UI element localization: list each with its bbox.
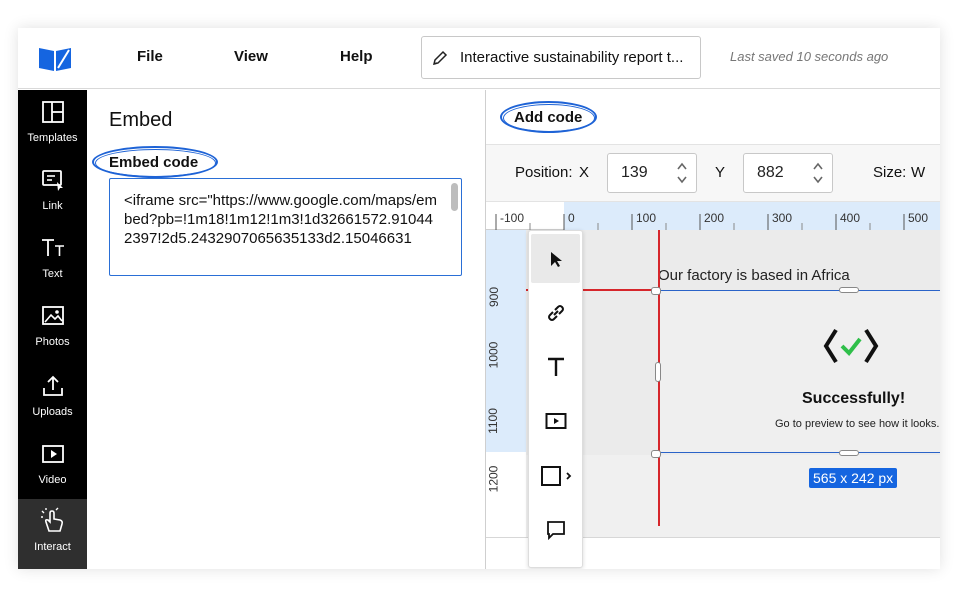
photos-icon — [41, 306, 64, 325]
sidebar-item-label: Uploads — [32, 406, 73, 418]
sidebar-item-label: Video — [38, 474, 67, 486]
ruler-label: 500 — [908, 211, 929, 225]
sidebar-item-label: Photos — [35, 336, 70, 348]
sidebar-item-templates[interactable]: Templates — [18, 92, 87, 158]
resize-handle-bottom[interactable] — [839, 450, 859, 456]
square-icon — [540, 465, 571, 486]
ruler-label: 300 — [772, 211, 793, 225]
pencil-icon — [432, 50, 448, 65]
saved-status: Last saved 10 seconds ago — [730, 49, 889, 64]
link-icon — [547, 304, 564, 321]
width-label: W — [911, 164, 926, 181]
ruler-label: 400 — [840, 211, 861, 225]
size-label: Size: — [873, 164, 907, 181]
x-value: 139 — [621, 164, 648, 181]
ruler-label: 1000 — [486, 341, 501, 369]
select-tool[interactable] — [531, 234, 580, 283]
embed-code-value: <iframe src="https://www.google.com/maps… — [124, 192, 437, 247]
comment-tool[interactable] — [531, 505, 580, 554]
sidebar-item-label: Interact — [34, 541, 71, 553]
shape-tool[interactable] — [531, 451, 580, 500]
ruler-label: 1200 — [486, 465, 501, 493]
ruler-label: 900 — [487, 286, 502, 308]
editor-area: Add code Position: X 139 Y 882 Size: W -… — [486, 90, 940, 569]
media-tool[interactable] — [531, 396, 580, 445]
cursor-icon — [550, 251, 562, 267]
sidebar-item-uploads[interactable]: Uploads — [18, 366, 87, 432]
dimensions-badge: 565 x 242 px — [809, 468, 898, 488]
x-label: X — [579, 164, 590, 181]
resize-handle-corner[interactable] — [651, 450, 661, 458]
menu-help[interactable]: Help — [340, 48, 373, 65]
textarea-scrollbar[interactable] — [451, 183, 458, 211]
interact-icon — [40, 507, 63, 532]
x-input[interactable]: 139 — [607, 153, 697, 193]
app-window: File View Help Interactive sustainabilit… — [18, 28, 940, 569]
y-input[interactable]: 882 — [743, 153, 833, 193]
sidebar: Templates Link Text Photos Uploads Video… — [18, 90, 87, 569]
ruler-label: 1100 — [486, 408, 500, 434]
sidebar-item-video[interactable]: Video — [18, 434, 87, 500]
y-label: Y — [715, 164, 726, 181]
text-tool[interactable] — [531, 342, 580, 391]
embed-code-icon — [823, 328, 879, 364]
top-bar: File View Help Interactive sustainabilit… — [18, 28, 940, 89]
video-icon — [545, 412, 566, 429]
sidebar-item-photos[interactable]: Photos — [18, 296, 87, 362]
ruler-label: 200 — [704, 211, 725, 225]
sidebar-item-interact[interactable]: Interact — [18, 499, 87, 569]
embed-code-label: Embed code — [109, 154, 199, 171]
document-title-field[interactable]: Interactive sustainability report t... — [421, 36, 701, 79]
sidebar-item-link[interactable]: Link — [18, 160, 87, 226]
templates-icon — [41, 101, 64, 123]
sidebar-item-label: Link — [42, 200, 63, 212]
add-code-button[interactable]: Add code — [514, 109, 582, 126]
document-title: Interactive sustainability report t... — [460, 49, 684, 66]
embed-code-textarea[interactable]: <iframe src="https://www.google.com/maps… — [109, 178, 462, 276]
resize-handle-top[interactable] — [839, 287, 859, 293]
embed-panel: Embed Embed code <iframe src="https://ww… — [87, 90, 486, 569]
text-icon — [41, 239, 64, 256]
video-icon — [41, 445, 64, 463]
comment-icon — [546, 520, 565, 540]
canvas-heading[interactable]: Our factory is based in Africa — [658, 267, 850, 284]
success-subtitle: Go to preview to see how it looks. — [775, 418, 940, 430]
position-bar: Position: X 139 Y 882 Size: W — [486, 144, 940, 202]
ruler-label: 100 — [636, 211, 657, 225]
position-label: Position: — [515, 164, 573, 181]
link-tool[interactable] — [531, 288, 580, 337]
y-value: 882 — [757, 164, 784, 181]
sidebar-item-text[interactable]: Text — [18, 228, 87, 294]
sidebar-item-label: Templates — [27, 132, 78, 144]
link-icon — [41, 170, 63, 191]
panel-title: Embed — [109, 109, 173, 131]
resize-handle-left[interactable] — [655, 362, 661, 382]
sidebar-item-label: Text — [42, 268, 63, 280]
logo-icon — [39, 48, 71, 71]
menu-view[interactable]: View — [234, 48, 268, 65]
text-icon — [547, 357, 564, 376]
stepper-icon[interactable] — [676, 161, 688, 185]
menu-file[interactable]: File — [137, 48, 163, 65]
uploads-icon — [42, 375, 63, 396]
tool-palette — [528, 230, 583, 568]
resize-handle-corner[interactable] — [651, 287, 661, 295]
horizontal-ruler: -100 0 100 200 300 400 500 — [486, 202, 940, 230]
success-title: Successfully! — [802, 390, 906, 407]
ruler-label: 0 — [568, 211, 575, 225]
ruler-label: -100 — [500, 211, 525, 225]
vertical-ruler-lower: 1200 — [486, 452, 526, 542]
stepper-icon[interactable] — [812, 161, 824, 185]
